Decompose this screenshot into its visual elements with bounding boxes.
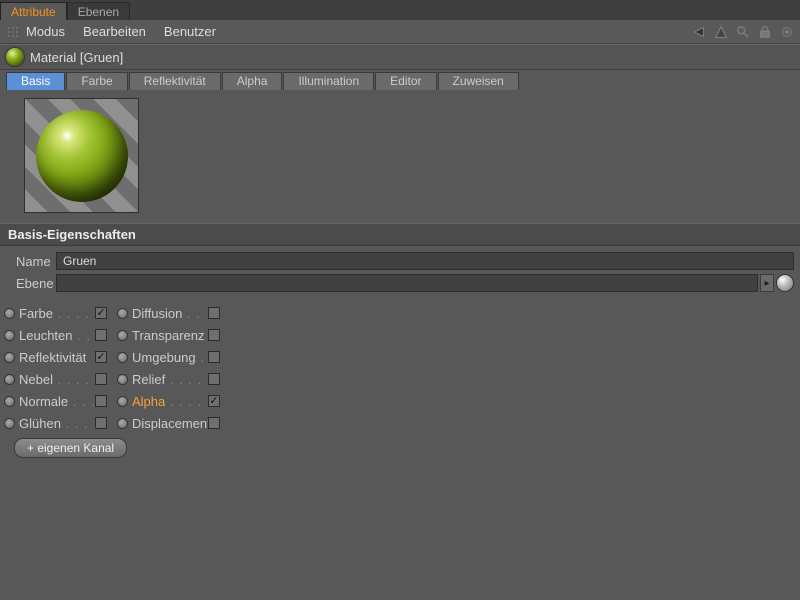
channel-row-alpha: Alpha . . . . . . xyxy=(117,392,220,410)
channel-row-glühen: Glühen . . . . . xyxy=(4,414,107,432)
channel-row-transparenz: Transparenz xyxy=(117,326,220,344)
channel-radio-farbe[interactable] xyxy=(4,308,15,319)
channel-label-alpha[interactable]: Alpha . . . . . . xyxy=(132,394,208,409)
channel-radio-glühen[interactable] xyxy=(4,418,15,429)
channel-label-leuchten[interactable]: Leuchten . . . xyxy=(19,328,95,343)
subtab-basis[interactable]: Basis xyxy=(6,72,65,90)
back-arrow-icon[interactable] xyxy=(692,25,706,39)
lock-icon[interactable] xyxy=(758,25,772,39)
menu-bearbeiten[interactable]: Bearbeiten xyxy=(83,24,146,39)
channel-row-diffusion: Diffusion . . xyxy=(117,304,220,322)
subtab-alpha[interactable]: Alpha xyxy=(222,72,283,90)
label-name: Name xyxy=(8,254,56,269)
grip-icon[interactable] xyxy=(6,25,20,39)
object-title: Material [Gruen] xyxy=(30,50,123,65)
channel-checkbox-glühen[interactable] xyxy=(95,417,107,429)
menu-bar: Modus Bearbeiten Benutzer xyxy=(0,20,800,44)
add-channel-button[interactable]: + eigenen Kanal xyxy=(14,438,127,458)
channel-label-displacement[interactable]: Displacement xyxy=(132,416,208,431)
channel-checkbox-reflektivität[interactable] xyxy=(95,351,107,363)
basic-fields: Name Ebene ▸ xyxy=(0,246,800,302)
channel-radio-leuchten[interactable] xyxy=(4,330,15,341)
menu-benutzer[interactable]: Benutzer xyxy=(164,24,216,39)
channel-label-farbe[interactable]: Farbe . . . . . . xyxy=(19,306,95,321)
channel-checkbox-nebel[interactable] xyxy=(95,373,107,385)
tab-ebenen[interactable]: Ebenen xyxy=(67,2,130,20)
channel-label-umgebung[interactable]: Umgebung . . . xyxy=(132,350,208,365)
channel-checkbox-diffusion[interactable] xyxy=(208,307,220,319)
search-icon[interactable] xyxy=(736,25,750,39)
channel-row-displacement: Displacement xyxy=(117,414,220,432)
subtab-reflektivitaet[interactable]: Reflektivität xyxy=(129,72,221,90)
subtab-illumination[interactable]: Illumination xyxy=(283,72,374,90)
channel-label-relief[interactable]: Relief . . . . . xyxy=(132,372,208,387)
channel-radio-alpha[interactable] xyxy=(117,396,128,407)
channel-radio-relief[interactable] xyxy=(117,374,128,385)
channel-row-nebel: Nebel . . . . . . xyxy=(4,370,107,388)
channel-checkbox-farbe[interactable] xyxy=(95,307,107,319)
attribute-sub-tabs: Basis Farbe Reflektivität Alpha Illumina… xyxy=(0,70,800,90)
channel-checkbox-normale[interactable] xyxy=(95,395,107,407)
section-basis-eigenschaften: Basis-Eigenschaften xyxy=(0,223,800,246)
input-name[interactable] xyxy=(56,252,794,270)
channel-label-transparenz[interactable]: Transparenz xyxy=(132,328,208,343)
channel-label-glühen[interactable]: Glühen . . . . . xyxy=(19,416,95,431)
channel-radio-reflektivität[interactable] xyxy=(4,352,15,363)
label-ebene: Ebene xyxy=(8,276,56,291)
channel-row-relief: Relief . . . . . xyxy=(117,370,220,388)
object-header: Material [Gruen] xyxy=(0,44,800,70)
ebene-picker-button[interactable] xyxy=(776,274,794,292)
preview-sphere-icon xyxy=(36,110,128,202)
channel-label-nebel[interactable]: Nebel . . . . . . xyxy=(19,372,95,387)
channel-radio-transparenz[interactable] xyxy=(117,330,128,341)
preview-area xyxy=(0,90,800,223)
subtab-editor[interactable]: Editor xyxy=(375,72,436,90)
material-preview[interactable] xyxy=(24,98,139,213)
target-icon[interactable] xyxy=(780,25,794,39)
channel-checkbox-relief[interactable] xyxy=(208,373,220,385)
subtab-farbe[interactable]: Farbe xyxy=(66,72,127,90)
channel-radio-diffusion[interactable] xyxy=(117,308,128,319)
channel-row-umgebung: Umgebung . . . xyxy=(117,348,220,366)
channel-row-normale: Normale . . . . xyxy=(4,392,107,410)
channel-label-normale[interactable]: Normale . . . . xyxy=(19,394,95,409)
channel-radio-displacement[interactable] xyxy=(117,418,128,429)
channel-row-leuchten: Leuchten . . . xyxy=(4,326,107,344)
subtab-zuweisen[interactable]: Zuweisen xyxy=(438,72,519,90)
channel-list: Farbe . . . . . . Leuchten . . . Reflektiv… xyxy=(0,302,800,466)
channel-checkbox-displacement[interactable] xyxy=(208,417,220,429)
channel-checkbox-leuchten[interactable] xyxy=(95,329,107,341)
channel-label-diffusion[interactable]: Diffusion . . xyxy=(132,306,208,321)
channel-checkbox-umgebung[interactable] xyxy=(208,351,220,363)
channel-row-farbe: Farbe . . . . . . xyxy=(4,304,107,322)
ebene-dropdown-button[interactable]: ▸ xyxy=(760,274,774,292)
up-arrow-icon[interactable] xyxy=(714,25,728,39)
channel-radio-umgebung[interactable] xyxy=(117,352,128,363)
input-ebene[interactable] xyxy=(56,274,758,292)
channel-label-reflektivität[interactable]: Reflektivität xyxy=(19,350,95,365)
channel-radio-normale[interactable] xyxy=(4,396,15,407)
panel-tabs: Attribute Ebenen xyxy=(0,0,800,20)
channel-checkbox-transparenz[interactable] xyxy=(208,329,220,341)
channel-radio-nebel[interactable] xyxy=(4,374,15,385)
channel-checkbox-alpha[interactable] xyxy=(208,395,220,407)
channel-row-reflektivität: Reflektivität xyxy=(4,348,107,366)
menu-modus[interactable]: Modus xyxy=(26,24,65,39)
material-sphere-icon xyxy=(6,48,24,66)
tab-attribute[interactable]: Attribute xyxy=(0,2,67,20)
